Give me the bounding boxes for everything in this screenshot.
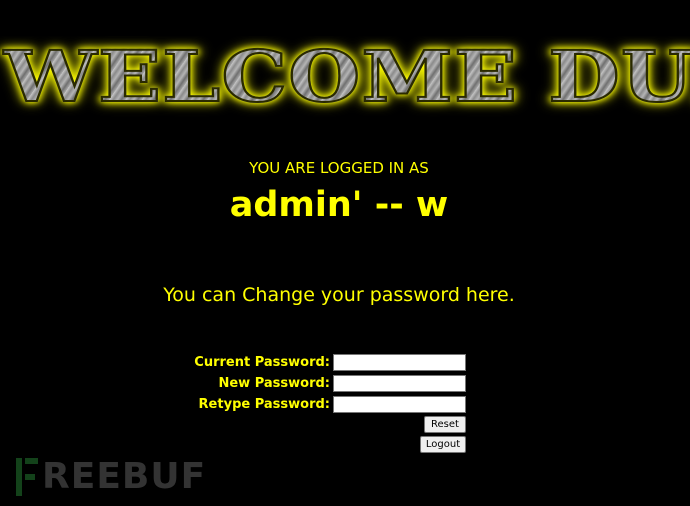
retype-password-field[interactable] bbox=[333, 396, 466, 413]
username-display: admin' -- w bbox=[229, 185, 449, 225]
new-password-label: New Password: bbox=[218, 376, 330, 391]
logged-in-label: YOU ARE LOGGED IN AS bbox=[249, 159, 429, 177]
change-password-message: You can Change your password here. bbox=[163, 284, 515, 306]
current-password-label: Current Password: bbox=[194, 355, 330, 370]
logout-button[interactable]: Logout bbox=[420, 436, 466, 453]
welcome-banner-text: WELCOME DUMB bbox=[3, 37, 690, 117]
new-password-field[interactable] bbox=[333, 375, 466, 392]
current-password-field[interactable] bbox=[333, 354, 466, 371]
freebuf-watermark: REEBUF bbox=[16, 456, 206, 498]
reset-button[interactable]: Reset bbox=[424, 416, 466, 433]
retype-password-label: Retype Password: bbox=[198, 397, 330, 412]
freebuf-f-logo-icon bbox=[16, 458, 38, 496]
watermark-text: REEBUF bbox=[42, 456, 207, 497]
welcome-banner: WELCOME DUMB bbox=[0, 36, 690, 118]
